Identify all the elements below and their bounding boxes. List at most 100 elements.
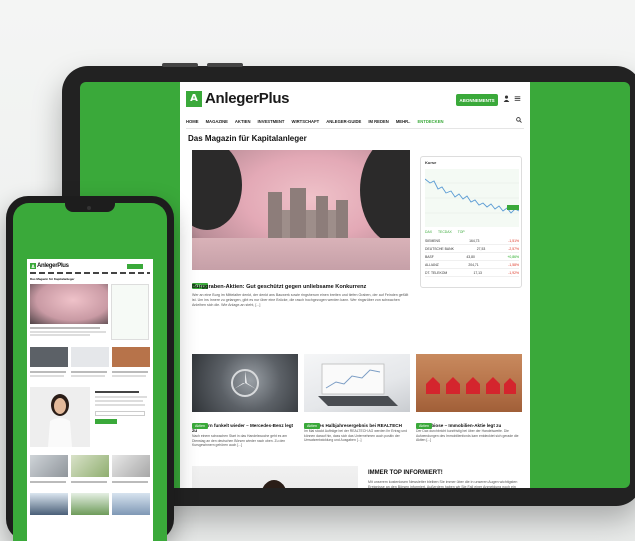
mobile-card-excerpt <box>30 375 64 377</box>
stock-row[interactable]: ALLIANZ 204,71 -1,58% <box>425 261 519 269</box>
nav-item-magazine[interactable]: MAGAZINE <box>206 119 228 124</box>
mobile-card-image[interactable] <box>71 347 109 367</box>
nav-item-wirtschaft[interactable]: WIRTSCHAFT <box>292 119 320 124</box>
hero-title[interactable]: Burggraben-Aktien: Gut geschützt gegen u… <box>192 284 412 290</box>
widget-label: Kurse <box>425 160 437 165</box>
mobile-hero-image[interactable] <box>30 284 108 324</box>
mobile-logo[interactable]: A AnlegerPlus <box>30 263 69 269</box>
card-tag[interactable]: Aktien <box>304 423 320 429</box>
mobile-subscribe-button[interactable] <box>127 264 143 269</box>
stock-value: 164,73 <box>469 238 480 243</box>
article-card[interactable]: Aktien Positives Halbjahresergebnis bei … <box>304 354 410 443</box>
mobile-card-excerpt <box>112 375 146 377</box>
user-icon[interactable] <box>502 95 510 103</box>
mobile-card-image[interactable] <box>112 455 150 477</box>
mobile-email-input[interactable] <box>95 411 145 416</box>
hero-meta: Aktien <box>192 274 410 289</box>
mercedes-image[interactable] <box>192 354 298 412</box>
mobile-card-image[interactable] <box>30 493 68 515</box>
tree-shape <box>192 150 242 230</box>
tab-tecdax[interactable]: TECDAX <box>438 230 452 234</box>
site-logo[interactable]: A AnlegerPlus <box>186 90 290 107</box>
hero-image[interactable] <box>192 150 410 270</box>
card-meta: Aktien <box>416 414 522 429</box>
houses-image[interactable] <box>416 354 522 412</box>
castle-tower <box>336 200 348 240</box>
search-icon[interactable] <box>516 117 522 125</box>
mobile-card-title <box>71 371 107 373</box>
stock-widget: Kurse DAX TECDAX TOP SIEMENS 164,73 -1,5… <box>420 156 522 288</box>
menu-icon[interactable] <box>513 95 521 103</box>
woman-phone-icon <box>48 394 72 447</box>
mobile-card-title <box>71 481 107 483</box>
widget-tabs: DAX TECDAX TOP <box>425 230 465 234</box>
mobile-card-title <box>112 371 148 373</box>
stock-row[interactable]: SIEMENS 164,73 -1,51% <box>425 237 519 245</box>
phone-screen: A AnlegerPlus Das Magazin für Kapitalanl… <box>13 203 167 541</box>
mobile-newsletter-text <box>95 400 143 402</box>
stock-value: 17,13 <box>473 270 482 275</box>
stock-change: -1,51% <box>508 238 519 243</box>
stock-name: DT. TELEKOM <box>425 270 448 275</box>
mobile-nav[interactable] <box>30 272 150 274</box>
newsletter-text: Mit unserem kostenlosen Newsletter bleib… <box>368 480 518 488</box>
card-excerpt: Nach einem schwachen Start in das Handel… <box>192 434 287 448</box>
mobile-hero-title <box>30 327 100 329</box>
mobile-card-title <box>112 481 148 483</box>
tab-dax[interactable]: DAX <box>425 230 432 234</box>
tablet-button <box>207 63 243 67</box>
tablet-button <box>162 63 198 67</box>
article-card[interactable]: Aktien Das dubiose – Immobilien-Aktie le… <box>416 354 522 443</box>
nav-item-investment[interactable]: INVESTMENT <box>258 119 285 124</box>
castle-tower <box>316 196 328 240</box>
card-tag[interactable]: Aktien <box>416 423 432 429</box>
card-excerpt: Im Mai stockt Aufträge bei der REALTECH … <box>304 429 408 443</box>
brand-name: AnlegerPlus <box>37 263 69 269</box>
mobile-card-title <box>30 371 66 373</box>
mobile-card-image[interactable] <box>71 493 109 515</box>
stock-change: -1,58% <box>508 262 519 267</box>
mobile-page: A AnlegerPlus Das Magazin für Kapitalanl… <box>27 259 153 541</box>
nav-item-im-reden[interactable]: IM REDEN <box>368 119 388 124</box>
mobile-card-image[interactable] <box>112 347 150 367</box>
nav-item-anleger-guide[interactable]: ANLEGER-GUIDE <box>326 119 361 124</box>
stock-list: SIEMENS 164,73 -1,51% DEUTSCHE BANK 27,5… <box>425 237 519 277</box>
website-page: A AnlegerPlus ABONNEMENTS HOME MAGAZINE … <box>180 82 530 488</box>
mobile-stock-widget[interactable] <box>111 284 149 340</box>
logo-mark-icon: A <box>30 263 36 269</box>
castle-tower <box>268 192 282 240</box>
nav-item-home[interactable]: HOME <box>186 119 199 124</box>
article-card[interactable]: Aktien Der Stern funkelt wieder – Merced… <box>192 354 298 448</box>
mobile-newsletter-image <box>30 387 90 447</box>
subscribe-button[interactable]: ABONNEMENTS <box>456 94 498 106</box>
newsletter-image <box>192 466 358 488</box>
water <box>192 238 410 270</box>
camera-icon <box>87 206 91 210</box>
nav-item-aktien[interactable]: AKTIEN <box>235 119 251 124</box>
mobile-card-image[interactable] <box>71 455 109 477</box>
stock-row[interactable]: BASF 43,80 +0,86% <box>425 253 519 261</box>
nav-item-entdecken[interactable]: ENTDECKEN <box>417 119 443 124</box>
mobile-card-image[interactable] <box>30 347 68 367</box>
hero-excerpt: Wer an eine Burg im Mittelalter denkt, d… <box>192 293 409 307</box>
stock-chart[interactable] <box>425 169 519 227</box>
laptop-icon <box>318 363 398 406</box>
laptop-chart-image[interactable] <box>304 354 410 412</box>
stock-name: DEUTSCHE BANK <box>425 246 454 251</box>
mobile-card-image[interactable] <box>112 493 150 515</box>
woman-portrait-icon <box>262 480 286 488</box>
mobile-card-image[interactable] <box>30 455 68 477</box>
stock-row[interactable]: DT. TELEKOM 17,13 -1,92% <box>425 269 519 277</box>
mobile-newsletter-title <box>95 391 139 393</box>
tab-top[interactable]: TOP <box>458 230 465 234</box>
card-excerpt: Der Dax durchbricht kurzfristig bei über… <box>416 429 519 443</box>
card-tag[interactable]: Aktien <box>192 423 208 429</box>
stock-change: -1,92% <box>508 270 519 275</box>
mercedes-star-icon <box>231 369 259 397</box>
nav-item-mehr[interactable]: MEHR.. <box>396 119 411 124</box>
stock-value: 43,80 <box>466 254 475 259</box>
stock-name: BASF <box>425 254 434 259</box>
mobile-newsletter-button[interactable] <box>95 419 117 424</box>
stock-row[interactable]: DEUTSCHE BANK 27,53 -2,57% <box>425 245 519 253</box>
mobile-hero-excerpt <box>30 334 90 336</box>
